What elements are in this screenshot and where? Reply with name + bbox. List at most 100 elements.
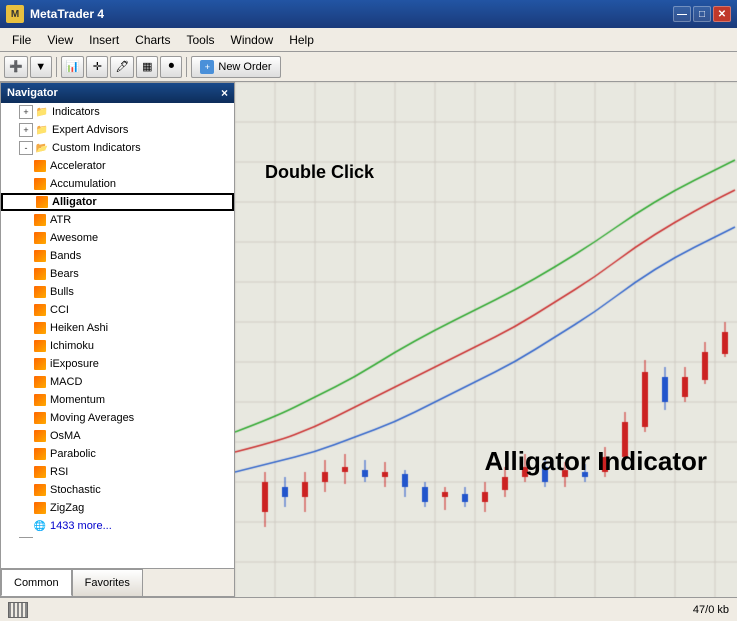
indicator-icon-stochastic (33, 483, 47, 497)
expand-expert-advisors[interactable]: + (19, 123, 33, 137)
indicator-icon-macd (33, 375, 47, 389)
tree-item-accelerator[interactable]: Accelerator (1, 157, 234, 175)
toolbar-btn-2[interactable]: ▼ (30, 56, 52, 78)
folder-icon-scripts: 📁 (35, 537, 49, 538)
label-indicators: Indicators (52, 106, 234, 118)
chart-status-icon (8, 602, 28, 618)
label-bulls: Bulls (50, 286, 234, 298)
tree-item-expert-advisors[interactable]: + 📁 Expert Advisors (1, 121, 234, 139)
menu-tools[interactable]: Tools (179, 31, 223, 49)
new-order-button[interactable]: + New Order (191, 56, 280, 78)
tree-item-awesome[interactable]: Awesome (1, 229, 234, 247)
label-accumulation: Accumulation (50, 178, 234, 190)
indicator-icon-ichimoku (33, 339, 47, 353)
toolbar-separator-1 (56, 57, 57, 77)
window-controls: — □ ✕ (673, 6, 731, 22)
label-zigzag: ZigZag (50, 502, 234, 514)
tree-item-macd[interactable]: MACD (1, 373, 234, 391)
toolbar-btn-7[interactable]: ⏺ (160, 56, 182, 78)
tree-item-bands[interactable]: Bands (1, 247, 234, 265)
tree-item-alligator[interactable]: Alligator (1, 193, 234, 211)
label-awesome: Awesome (50, 232, 234, 244)
tree-item-heiken-ashi[interactable]: Heiken Ashi (1, 319, 234, 337)
label-macd: MACD (50, 376, 234, 388)
tree-item-custom-indicators[interactable]: - 📂 Custom Indicators (1, 139, 234, 157)
tab-favorites[interactable]: Favorites (72, 569, 143, 596)
tree-item-more[interactable]: 🌐 1433 more... (1, 517, 234, 535)
tree-item-iexposure[interactable]: iExposure (1, 355, 234, 373)
navigator-title: Navigator (7, 87, 58, 99)
expand-indicators[interactable]: + (19, 105, 33, 119)
menu-view[interactable]: View (39, 31, 81, 49)
tree-item-moving-averages[interactable]: Moving Averages (1, 409, 234, 427)
indicator-icon-accelerator (33, 159, 47, 173)
label-ichimoku: Ichimoku (50, 340, 234, 352)
label-parabolic: Parabolic (50, 448, 234, 460)
title-bar: M MetaTrader 4 — □ ✕ (0, 0, 737, 28)
menu-window[interactable]: Window (223, 31, 282, 49)
navigator-tabs: Common Favorites (1, 568, 234, 596)
chart-area[interactable]: Double Click Alligator Indicator (235, 82, 737, 597)
indicator-icon-parabolic (33, 447, 47, 461)
indicator-icon-accumulation (33, 177, 47, 191)
new-order-icon: + (200, 60, 214, 74)
status-chart-segment (8, 602, 28, 618)
indicator-icon-momentum (33, 393, 47, 407)
menu-insert[interactable]: Insert (81, 31, 127, 49)
tree-item-indicators[interactable]: + 📁 Indicators (1, 103, 234, 121)
tree-item-zigzag[interactable]: ZigZag (1, 499, 234, 517)
tree-item-accumulation[interactable]: Accumulation (1, 175, 234, 193)
expand-scripts[interactable]: + (19, 537, 33, 538)
close-button[interactable]: ✕ (713, 6, 731, 22)
indicator-icon-heiken-ashi (33, 321, 47, 335)
tree-item-atr[interactable]: ATR (1, 211, 234, 229)
tree-item-rsi[interactable]: RSI (1, 463, 234, 481)
main-content: Navigator × + 📁 Indicators + 📁 Expert Ad… (0, 82, 737, 597)
label-stochastic: Stochastic (50, 484, 234, 496)
app-logo: M (6, 5, 24, 23)
tree-item-scripts[interactable]: + 📁 Scripts (1, 535, 234, 538)
toolbar-btn-5[interactable]: 🖊 (110, 56, 134, 78)
tree-item-momentum[interactable]: Momentum (1, 391, 234, 409)
label-custom-indicators: Custom Indicators (52, 142, 234, 154)
label-alligator: Alligator (52, 196, 232, 208)
tree-item-parabolic[interactable]: Parabolic (1, 445, 234, 463)
new-order-label: New Order (218, 61, 271, 73)
menu-help[interactable]: Help (281, 31, 322, 49)
toolbar-btn-3[interactable]: 📊 (61, 56, 85, 78)
icon-more: 🌐 (33, 519, 47, 533)
label-osma: OsMA (50, 430, 234, 442)
expand-custom-indicators[interactable]: - (19, 141, 33, 155)
label-cci: CCI (50, 304, 234, 316)
navigator-panel: Navigator × + 📁 Indicators + 📁 Expert Ad… (0, 82, 235, 597)
indicator-icon-bands (33, 249, 47, 263)
toolbar-btn-1[interactable]: ➕ (4, 56, 28, 78)
menu-file[interactable]: File (4, 31, 39, 49)
indicator-icon-iexposure (33, 357, 47, 371)
tree-area: + 📁 Indicators + 📁 Expert Advisors - 📂 C… (1, 103, 234, 568)
tree-item-bears[interactable]: Bears (1, 265, 234, 283)
toolbar-btn-6[interactable]: ▦ (136, 56, 158, 78)
label-rsi: RSI (50, 466, 234, 478)
label-accelerator: Accelerator (50, 160, 234, 172)
tree-item-cci[interactable]: CCI (1, 301, 234, 319)
maximize-button[interactable]: □ (693, 6, 711, 22)
tree-item-osma[interactable]: OsMA (1, 427, 234, 445)
tree-item-stochastic[interactable]: Stochastic (1, 481, 234, 499)
minimize-button[interactable]: — (673, 6, 691, 22)
label-bears: Bears (50, 268, 234, 280)
label-more: 1433 more... (50, 520, 234, 532)
navigator-close-button[interactable]: × (221, 86, 228, 100)
tree-scroll[interactable]: + 📁 Indicators + 📁 Expert Advisors - 📂 C… (1, 103, 234, 538)
indicator-icon-moving-averages (33, 411, 47, 425)
tree-item-ichimoku[interactable]: Ichimoku (1, 337, 234, 355)
label-heiken-ashi: Heiken Ashi (50, 322, 234, 334)
label-momentum: Momentum (50, 394, 234, 406)
tree-item-bulls[interactable]: Bulls (1, 283, 234, 301)
tab-common[interactable]: Common (1, 569, 72, 596)
navigator-header: Navigator × (1, 83, 234, 103)
indicator-icon-cci (33, 303, 47, 317)
toolbar-btn-4[interactable]: ✛ (86, 56, 108, 78)
menu-charts[interactable]: Charts (127, 31, 178, 49)
status-bar: 47/0 kb (0, 597, 737, 621)
